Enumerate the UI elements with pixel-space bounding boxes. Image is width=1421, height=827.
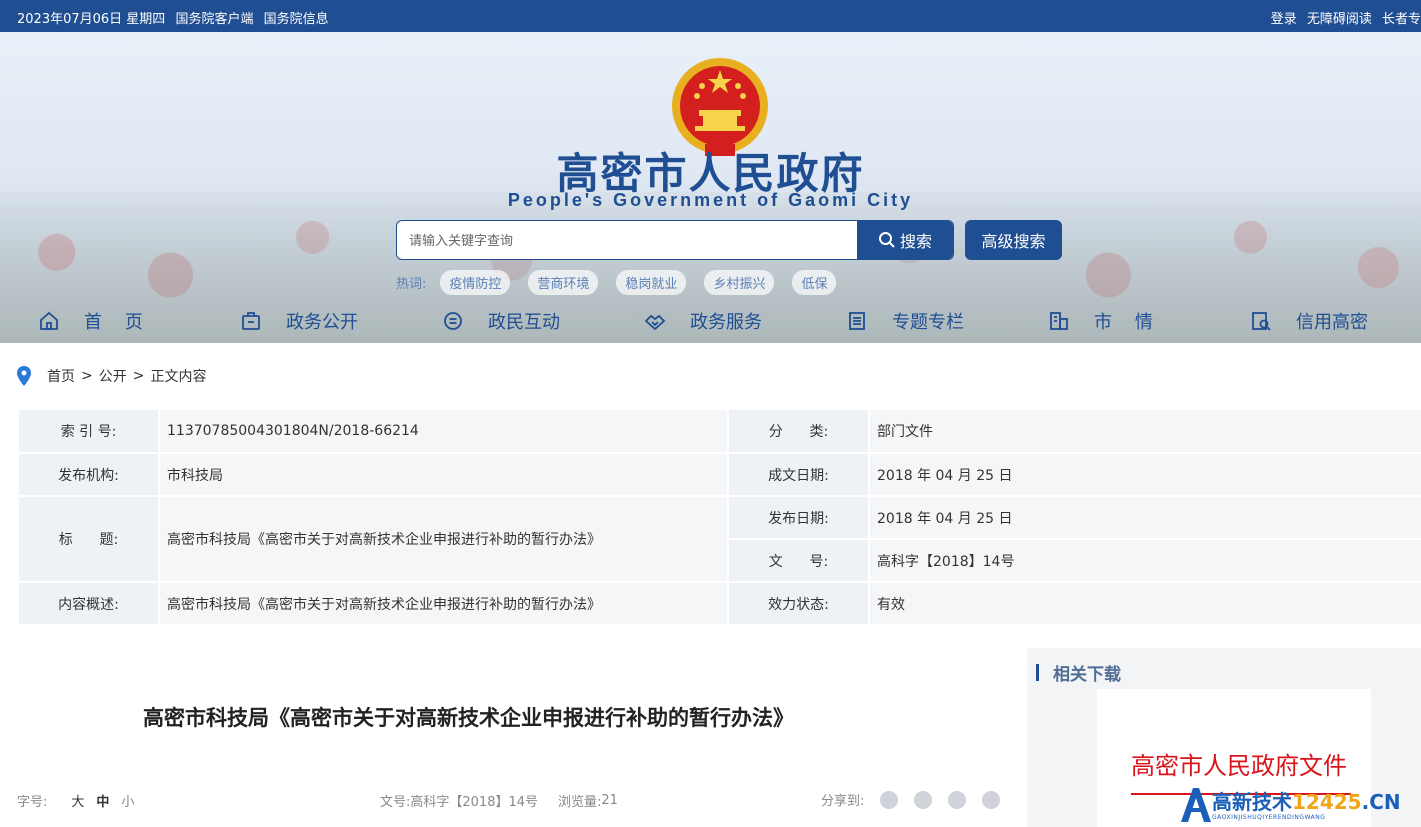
article-meta: 文号:高科字【2018】14号 浏览量: 21	[380, 791, 618, 810]
related-downloads-title: 相关下载	[1053, 665, 1121, 685]
wechat-icon[interactable]	[880, 790, 899, 809]
hot-tag[interactable]: 低保	[792, 269, 837, 295]
views-count: 21	[601, 793, 618, 808]
search-button-label: 搜索	[899, 232, 932, 251]
hot-keywords: 热词: 疫情防控 营商环境 稳岗就业 乡村振兴 低保	[396, 269, 854, 295]
published-date-label: 发布日期:	[729, 497, 868, 538]
weibo-icon[interactable]	[914, 790, 933, 809]
link-state-council-info[interactable]: 国务院信息	[264, 12, 329, 27]
main-nav: 首 页 政务公开 政民互动 政务服务 专题专栏 市 情 信用高密	[0, 302, 1421, 342]
nav-item-topics[interactable]: 专题专栏	[846, 308, 964, 334]
doc-number-label: 文 号:	[729, 540, 868, 581]
location-pin-icon	[17, 366, 31, 386]
watermark-brand: 高新技术	[1212, 790, 1292, 814]
hot-tag[interactable]: 营商环境	[528, 269, 599, 295]
chat-icon	[444, 312, 462, 330]
nav-label: 政民互动	[488, 312, 560, 333]
top-bar-left: 2023年07月06日 星期四 国务院客户端 国务院信息	[17, 8, 335, 27]
category-value: 部门文件	[870, 410, 1421, 452]
breadcrumb: 首页 > 公开 > 正文内容	[17, 366, 206, 386]
share-bar: 分享到:	[821, 790, 1001, 809]
watermark-logo-icon	[1181, 788, 1211, 822]
article-doc-number: 文号:高科字【2018】14号	[380, 795, 539, 810]
doc-red-header: 高密市人民政府文件	[1131, 752, 1347, 780]
advanced-search-button[interactable]: 高级搜索	[965, 220, 1062, 260]
views-label: 浏览量:	[558, 795, 602, 810]
breadcrumb-separator: >	[132, 368, 145, 384]
building-icon	[1050, 312, 1068, 330]
qzone-icon[interactable]	[982, 790, 1001, 809]
summary-value: 高密市科技局《高密市关于对高新技术企业申报进行补助的暂行办法》	[160, 583, 727, 624]
search-box: 搜索	[396, 220, 954, 260]
link-state-council-client[interactable]: 国务院客户端	[175, 12, 253, 27]
nav-label: 政务服务	[690, 312, 762, 333]
font-size-label: 字号:	[17, 795, 48, 810]
issuer-value: 市科技局	[160, 454, 727, 495]
title-label: 标 题:	[19, 497, 158, 581]
hot-tag[interactable]: 疫情防控	[440, 269, 511, 295]
heading-accent-bar	[1036, 664, 1039, 681]
issuer-label: 发布机构:	[19, 454, 158, 495]
published-date-value: 2018 年 04 月 25 日	[870, 497, 1421, 538]
index-no-label: 索 引 号:	[19, 410, 158, 452]
search-icon	[878, 232, 895, 248]
breadcrumb-home[interactable]: 首页	[47, 366, 75, 386]
nav-item-services[interactable]: 政务服务	[644, 308, 762, 334]
login-link[interactable]: 登录	[1271, 12, 1297, 27]
category-label: 分 类:	[729, 410, 868, 452]
breadcrumb-current: 正文内容	[150, 369, 207, 385]
hot-keywords-label: 热词:	[396, 276, 427, 292]
share-label: 分享到:	[821, 794, 865, 809]
home-icon	[40, 311, 58, 330]
elder-mode-link[interactable]: 长者专	[1382, 12, 1421, 27]
breadcrumb-separator: >	[81, 368, 93, 384]
font-size-large[interactable]: 大	[71, 791, 84, 810]
document-icon	[849, 312, 865, 330]
nav-label: 信用高密	[1296, 312, 1368, 333]
doc-number-value: 高科字【2018】14号	[870, 540, 1421, 581]
nav-item-home[interactable]: 首 页	[38, 308, 143, 334]
watermark-subtext: GAOXINJISHUQIYERENDINGWANG	[1212, 814, 1326, 821]
header-banner: 高密市人民政府 People's Government of Gaomi Cit…	[0, 32, 1421, 343]
nav-item-interaction[interactable]: 政民互动	[442, 308, 560, 334]
font-size-medium[interactable]: 中	[96, 791, 109, 810]
nav-label: 市 情	[1094, 312, 1153, 333]
watermark-number: 12425	[1292, 790, 1362, 814]
nav-item-open-affairs[interactable]: 政务公开	[240, 308, 358, 334]
nav-item-credit[interactable]: 信用高密	[1250, 308, 1368, 334]
qq-icon[interactable]	[948, 790, 967, 809]
nav-label: 首 页	[84, 312, 143, 333]
summary-label: 内容概述:	[19, 583, 158, 624]
index-no-value: 11370785004301804N/2018-66214	[160, 410, 727, 452]
watermark-tld: .CN	[1361, 790, 1401, 814]
font-size-controls: 字号: 大 中 小	[17, 791, 134, 810]
nav-label: 政务公开	[286, 312, 358, 333]
nav-item-city-info[interactable]: 市 情	[1048, 308, 1153, 334]
status-label: 效力状态:	[729, 583, 868, 624]
status-value: 有效	[870, 583, 1421, 624]
site-watermark: 高新技术12425.CN GAOXINJISHUQIYERENDINGWANG	[1178, 780, 1421, 827]
hot-tag[interactable]: 稳岗就业	[616, 269, 687, 295]
handshake-icon	[644, 314, 666, 331]
top-bar-right: 登录 无障碍阅读 长者专	[1265, 8, 1421, 27]
font-size-small[interactable]: 小	[121, 791, 134, 810]
search-button[interactable]: 搜索	[857, 221, 953, 259]
watermark-text: 高新技术12425.CN	[1212, 786, 1401, 815]
nav-label: 专题专栏	[892, 312, 964, 333]
created-date-value: 2018 年 04 月 25 日	[870, 454, 1421, 495]
breadcrumb-public[interactable]: 公开	[99, 366, 127, 386]
title-value: 高密市科技局《高密市关于对高新技术企业申报进行补助的暂行办法》	[160, 497, 727, 581]
article-title: 高密市科技局《高密市关于对高新技术企业申报进行补助的暂行办法》	[143, 706, 794, 730]
search-input[interactable]	[397, 221, 859, 259]
related-downloads-heading: 相关下载	[1036, 660, 1121, 685]
briefcase-icon	[242, 312, 260, 330]
current-date: 2023年07月06日 星期四	[17, 12, 166, 27]
top-bar: 2023年07月06日 星期四 国务院客户端 国务院信息 登录 无障碍阅读 长者…	[0, 0, 1421, 32]
credit-search-icon	[1252, 312, 1271, 331]
site-subtitle: People's Government of Gaomi City	[507, 190, 914, 210]
hot-tag[interactable]: 乡村振兴	[704, 269, 775, 295]
created-date-label: 成文日期:	[729, 454, 868, 495]
accessible-reading-link[interactable]: 无障碍阅读	[1307, 12, 1372, 27]
